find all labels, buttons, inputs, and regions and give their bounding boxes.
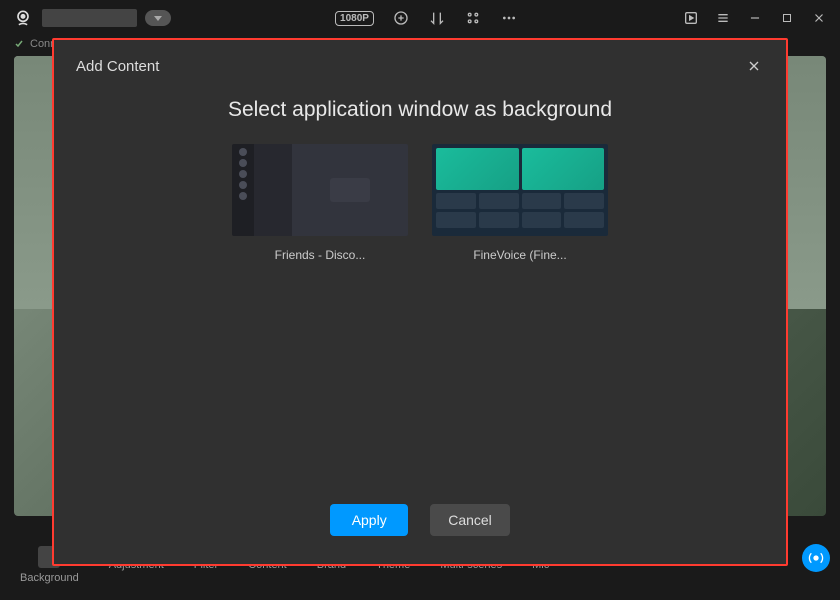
apply-button[interactable]: Apply [330,504,408,536]
close-window-icon[interactable] [810,9,828,27]
title-redacted [42,9,137,27]
maximize-icon[interactable] [778,9,796,27]
more-icon[interactable] [500,9,518,27]
add-icon[interactable] [392,9,410,27]
dialog-header-title: Add Content [76,58,159,75]
window-thumb [232,144,408,236]
webcam-icon [12,7,34,29]
toolbar-label: Background [20,572,79,584]
window-label: FineVoice (Fine... [432,236,608,262]
resolution-badge[interactable]: 1080P [335,11,374,26]
flip-icon[interactable] [428,9,446,27]
close-icon[interactable] [744,56,764,76]
title-dropdown[interactable] [145,10,171,26]
titlebar-center: 1080P [179,9,674,27]
play-icon[interactable] [682,9,700,27]
window-thumb [432,144,608,236]
window-card-discord[interactable]: Friends - Disco... [232,144,408,262]
dialog-footer: Apply Cancel [54,504,786,564]
minimize-icon[interactable] [746,9,764,27]
cancel-button[interactable]: Cancel [430,504,510,536]
grid-icon[interactable] [464,9,482,27]
broadcast-button[interactable] [802,544,830,572]
titlebar-right [682,9,828,27]
window-grid: Friends - Disco... FineVoice (Fine... [54,144,786,262]
window-label: Friends - Disco... [232,236,408,262]
window-card-finevoice[interactable]: FineVoice (Fine... [432,144,608,262]
dialog-header: Add Content [54,40,786,84]
menu-icon[interactable] [714,9,732,27]
add-content-dialog: Add Content Select application window as… [52,38,788,566]
dialog-title: Select application window as background [54,84,786,144]
titlebar: 1080P [0,0,840,36]
